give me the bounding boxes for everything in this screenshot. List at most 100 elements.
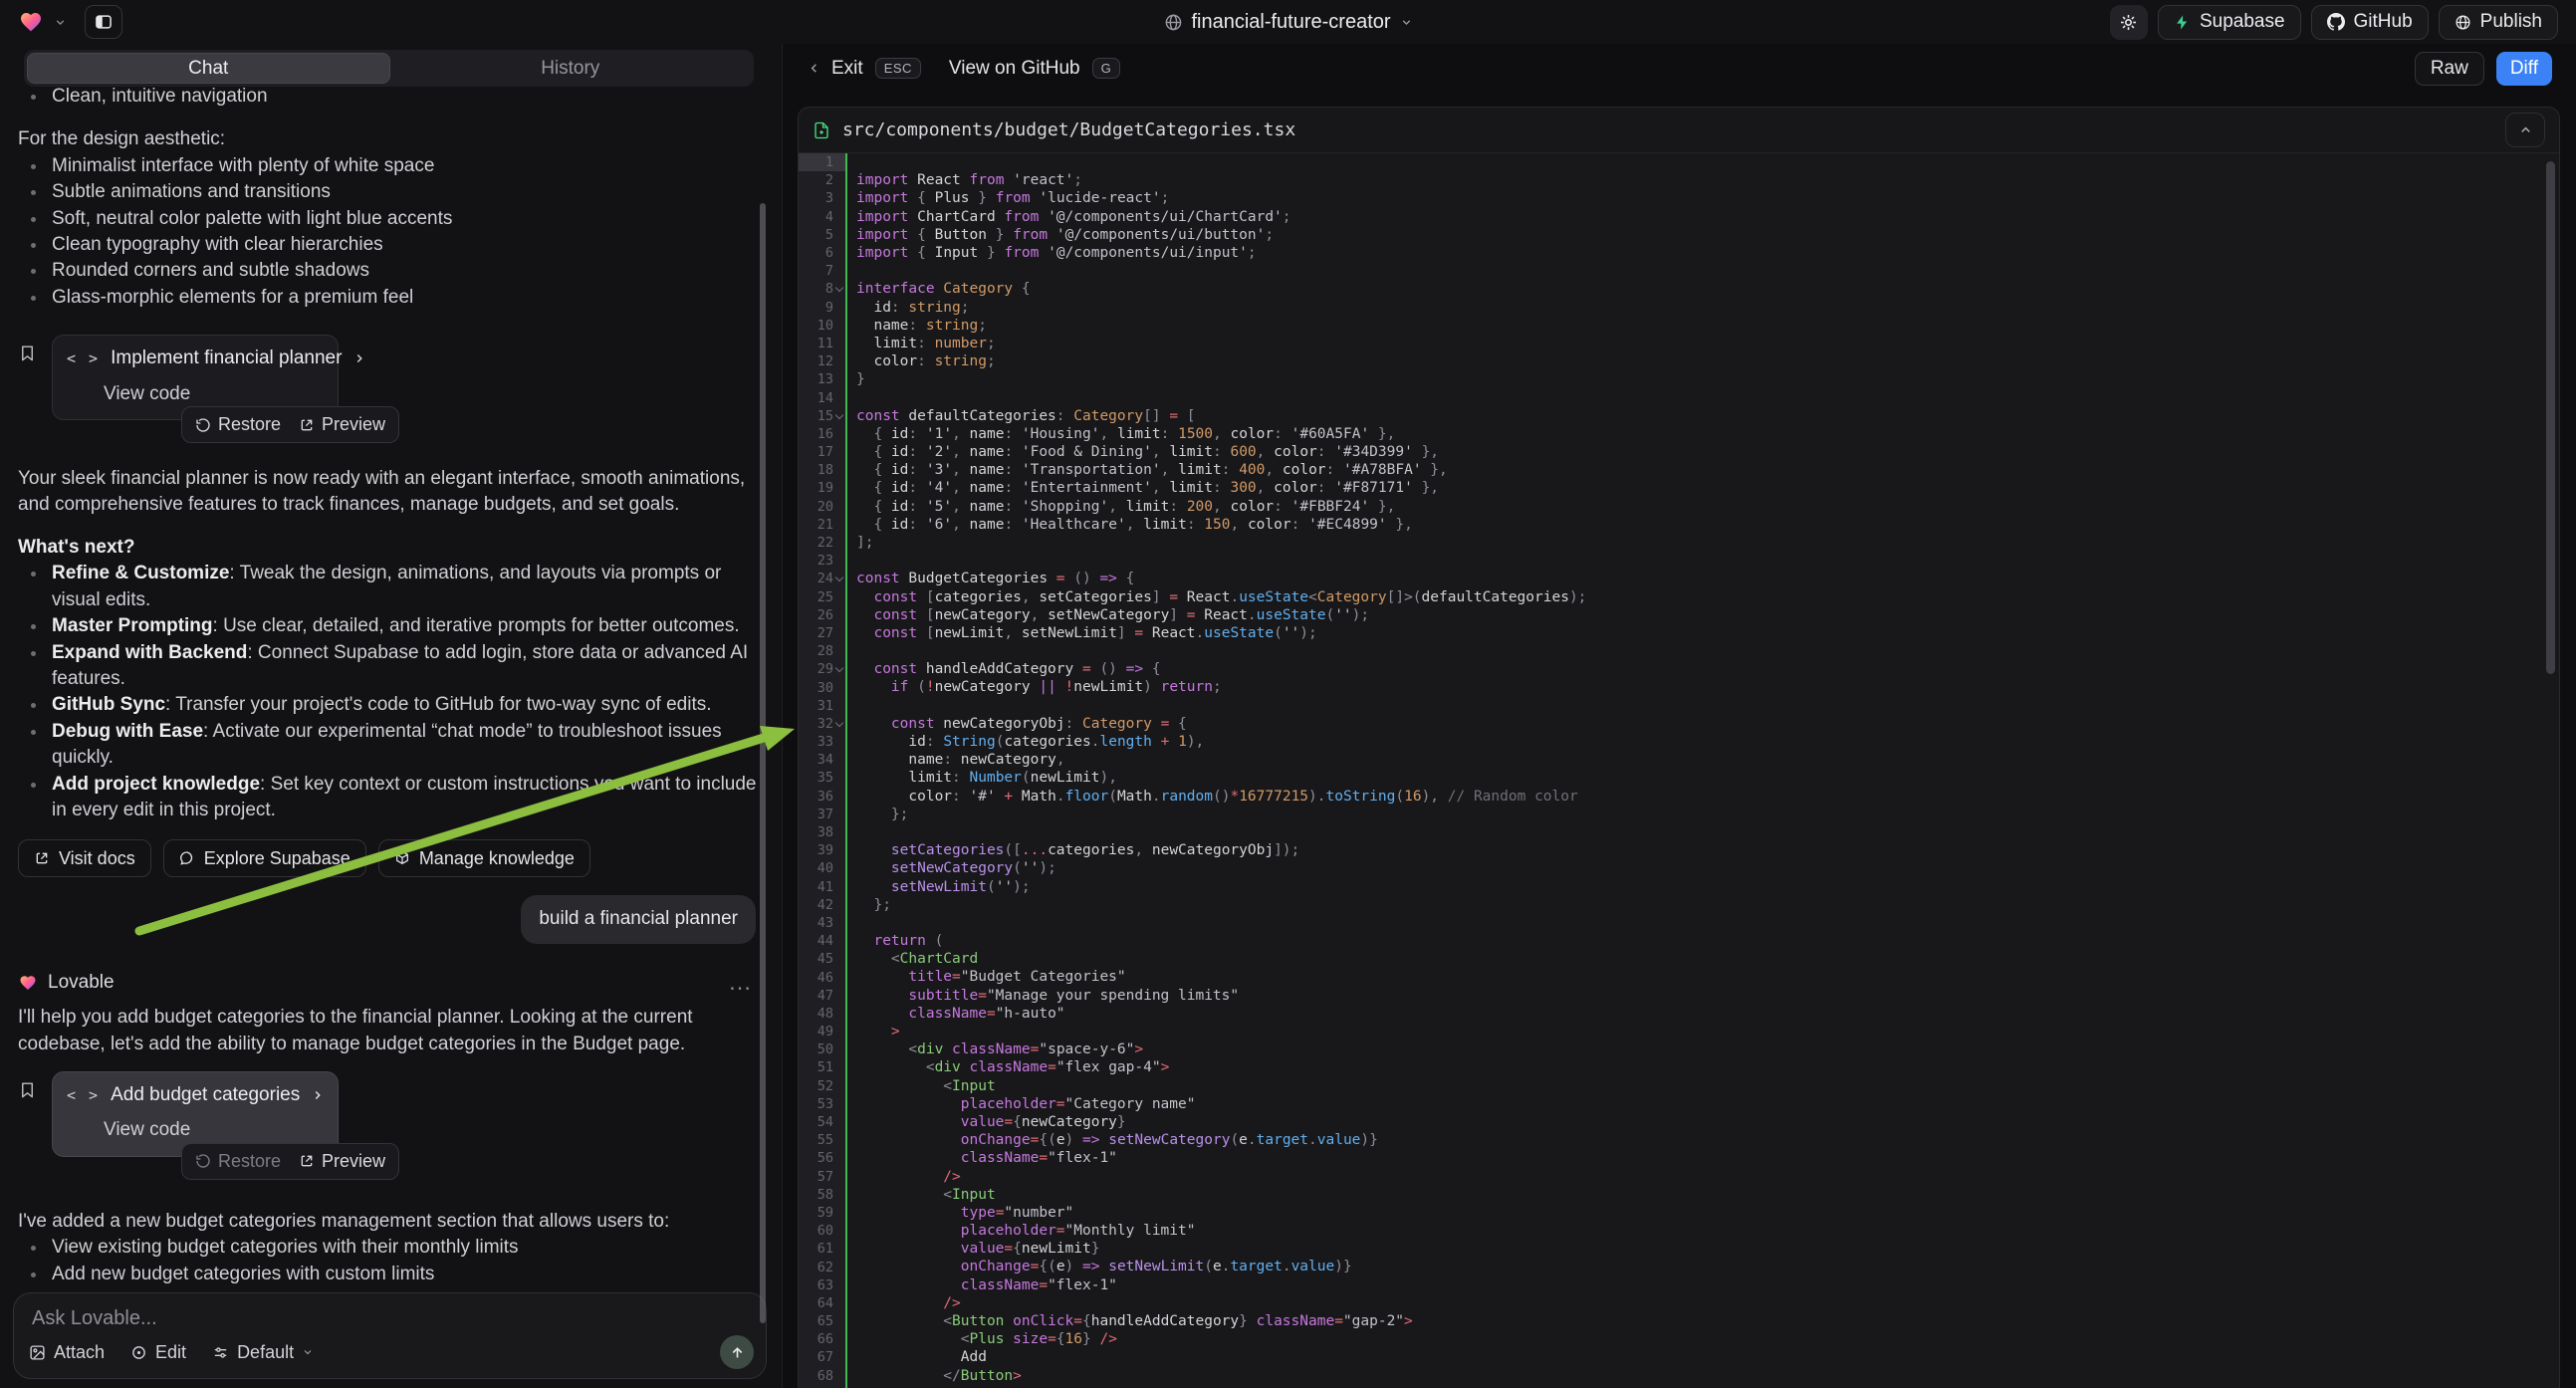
code-line: import ChartCard from '@/components/ui/C… (856, 208, 2559, 226)
bookmark-icon[interactable] (18, 343, 40, 420)
line-number: 3 (799, 189, 845, 207)
fold-spacer (833, 1225, 845, 1237)
restore-icon (195, 417, 211, 433)
send-button[interactable] (720, 1335, 754, 1369)
chat-tabbar: Chat History (24, 50, 754, 87)
mode-selector[interactable]: Default (212, 1342, 314, 1363)
fold-chevron-icon[interactable] (833, 410, 845, 422)
chat-input[interactable] (30, 1306, 570, 1331)
diff-tab[interactable]: Diff (2496, 52, 2552, 86)
supabase-button[interactable]: Supabase (2158, 5, 2301, 40)
code-line (856, 914, 2559, 932)
fold-spacer (833, 1243, 845, 1255)
fold-spacer (833, 211, 845, 223)
bookmark-icon[interactable] (18, 1079, 40, 1157)
fold-chevron-icon[interactable] (833, 718, 845, 730)
github-button[interactable]: GitHub (2311, 5, 2429, 40)
fold-chevron-icon[interactable] (833, 283, 845, 295)
supabase-bolt-icon (2174, 14, 2191, 31)
more-options-icon[interactable]: … (728, 978, 752, 988)
version-block: < > Implement financial planner View cod… (18, 335, 760, 420)
code-line: { id: '2', name: 'Food & Dining', limit:… (856, 443, 2559, 461)
fold-spacer (833, 555, 845, 567)
toggle-sidebar-button[interactable] (85, 5, 122, 39)
line-number: 52 (799, 1077, 845, 1095)
fold-spacer (833, 1116, 845, 1128)
fold-spacer (833, 1351, 845, 1363)
view-on-github-button[interactable]: View on GitHub (949, 58, 1080, 80)
line-number: 8 (799, 280, 845, 298)
fold-spacer (833, 682, 845, 694)
fold-spacer (833, 338, 845, 349)
preview-button[interactable]: Preview (299, 1151, 385, 1172)
list-item: Master Prompting: Use clear, detailed, a… (18, 613, 760, 639)
fold-spacer (833, 772, 845, 784)
collapse-file-button[interactable] (2505, 113, 2545, 147)
attach-button[interactable]: Attach (29, 1342, 105, 1363)
chevron-right-icon[interactable] (311, 1088, 325, 1102)
fold-spacer (833, 501, 845, 513)
visit-docs-button[interactable]: Visit docs (18, 839, 151, 877)
line-number: 27 (799, 624, 845, 642)
tab-history[interactable]: History (390, 53, 752, 84)
edit-button[interactable]: Edit (130, 1342, 186, 1363)
raw-tab[interactable]: Raw (2415, 52, 2484, 86)
chevron-down-icon[interactable] (54, 16, 67, 29)
line-number: 34 (799, 751, 845, 769)
line-number: 56 (799, 1149, 845, 1167)
restore-button[interactable]: Restore (195, 414, 281, 435)
assistant-name: Lovable (48, 970, 115, 996)
chat-scrollbar[interactable] (760, 203, 766, 1323)
file-header[interactable]: src/components/budget/BudgetCategories.t… (799, 108, 2559, 153)
view-code-link[interactable]: View code (104, 1117, 324, 1143)
line-number: 1 (799, 153, 845, 171)
chat-panel: Chat History Clean, intuitive navigation… (0, 44, 782, 1388)
preview-button[interactable]: Preview (299, 414, 385, 435)
top-bar: financial-future-creator (0, 0, 2576, 44)
line-number: 13 (799, 370, 845, 388)
chevron-right-icon[interactable] (352, 351, 366, 365)
manage-knowledge-button[interactable]: Manage knowledge (378, 839, 590, 877)
line-number: 55 (799, 1131, 845, 1149)
code-line: type="number" (856, 1204, 2559, 1222)
line-number: 41 (799, 878, 845, 896)
line-number: 48 (799, 1005, 845, 1023)
lovable-logo-icon[interactable] (18, 10, 44, 34)
code-line: name: newCategory, (856, 751, 2559, 769)
fold-spacer (833, 972, 845, 984)
code-line: import { Plus } from 'lucide-react'; (856, 189, 2559, 207)
line-number: 67 (799, 1348, 845, 1366)
publish-button[interactable]: Publish (2439, 5, 2558, 40)
code-line: value={newLimit} (856, 1240, 2559, 1258)
settings-button[interactable] (2110, 5, 2148, 40)
fold-spacer (833, 917, 845, 929)
code-line: setNewCategory(''); (856, 859, 2559, 877)
line-number: 57 (799, 1168, 845, 1186)
fold-spacer (833, 156, 845, 168)
project-selector[interactable]: financial-future-creator (1163, 11, 1412, 34)
line-number: 58 (799, 1186, 845, 1204)
line-number: 7 (799, 262, 845, 280)
explore-supabase-button[interactable]: Explore Supabase (163, 839, 366, 877)
code-line: /> (856, 1168, 2559, 1186)
fold-chevron-icon[interactable] (833, 573, 845, 584)
tab-chat[interactable]: Chat (27, 53, 390, 84)
code-line: onChange={(e) => setNewCategory(e.target… (856, 1131, 2559, 1149)
code-line: /> (856, 1294, 2559, 1312)
exit-button[interactable]: Exit (807, 58, 863, 80)
code-line: }; (856, 806, 2559, 823)
bullet-list: Clean, intuitive navigation (18, 84, 760, 110)
line-number: 9 (799, 299, 845, 317)
line-number: 54 (799, 1113, 845, 1131)
restore-button[interactable]: Restore (195, 1151, 281, 1172)
fold-spacer (833, 736, 845, 748)
code-line: return ( (856, 932, 2559, 950)
target-icon (130, 1344, 147, 1361)
line-number: 39 (799, 841, 845, 859)
code-line: { id: '1', name: 'Housing', limit: 1500,… (856, 425, 2559, 443)
fold-chevron-icon[interactable] (833, 663, 845, 675)
line-number: 17 (799, 443, 845, 461)
code-line: const handleAddCategory = () => { (856, 660, 2559, 678)
view-code-link[interactable]: View code (104, 381, 324, 407)
code-scrollbar[interactable] (2546, 161, 2555, 674)
